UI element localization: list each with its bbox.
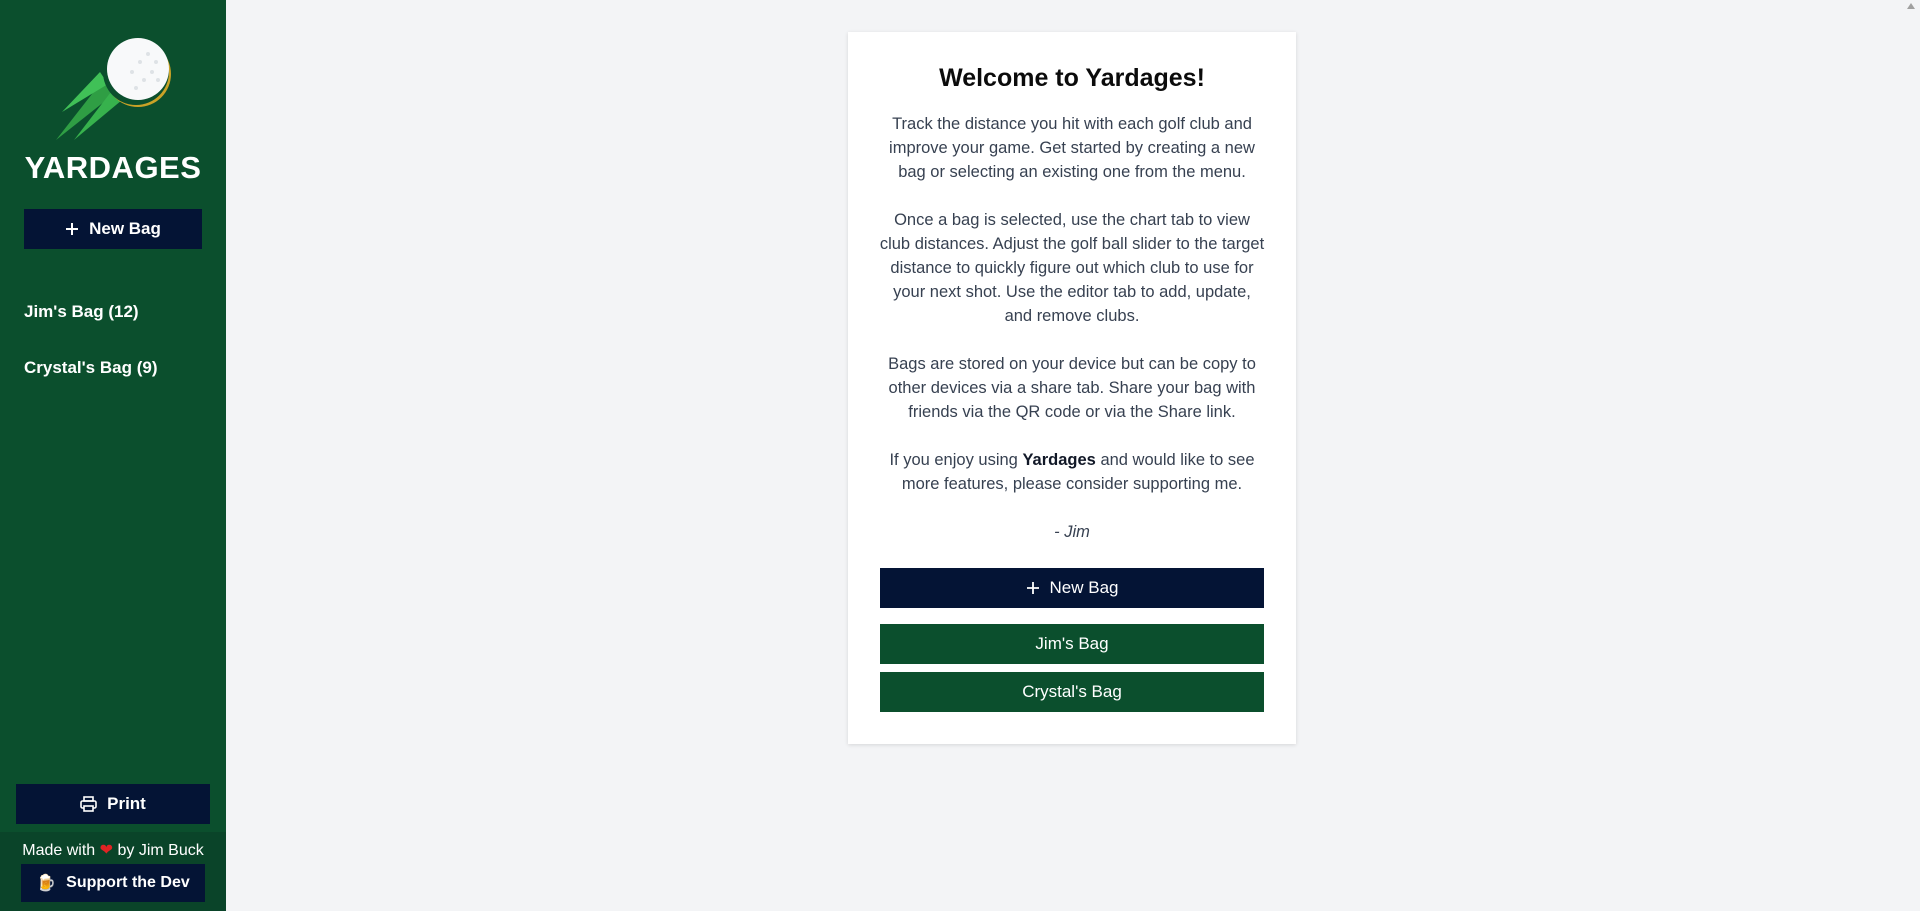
made-with-text: Made with ❤ by Jim Buck	[0, 840, 226, 860]
intro-paragraph: Track the distance you hit with each gol…	[889, 115, 1255, 181]
sidebar: YARDAGES New Bag Jim's Bag (12) Crystal'…	[0, 0, 226, 911]
support-paragraph-app-name: Yardages	[1022, 451, 1096, 469]
print-label: Print	[107, 794, 146, 813]
new-bag-button[interactable]: New Bag	[880, 568, 1264, 608]
support-paragraph-prefix: If you enjoy using	[889, 451, 1018, 469]
support-the-dev-button[interactable]: 🍺 Support the Dev	[21, 864, 205, 902]
beer-icon: 🍺	[36, 875, 57, 892]
welcome-title: Welcome to Yardages!	[939, 64, 1205, 92]
new-bag-label: New Bag	[1049, 578, 1119, 597]
author-name[interactable]: by Jim Buck	[117, 842, 203, 859]
made-with-prefix: Made with	[22, 842, 96, 859]
sidebar-item-jims-bag[interactable]: Jim's Bag (12)	[24, 300, 157, 356]
jims-bag-button[interactable]: Jim's Bag	[880, 624, 1264, 664]
support-paragraph: If you enjoy using Yardages and would li…	[878, 448, 1266, 496]
print-button[interactable]: Print	[16, 784, 210, 824]
signature: - Jim	[1054, 523, 1090, 541]
sidebar-new-bag-button[interactable]: New Bag	[24, 209, 202, 249]
sidebar-item-crystals-bag[interactable]: Crystal's Bag (9)	[24, 356, 157, 412]
storage-paragraph: Bags are stored on your device but can b…	[888, 355, 1256, 421]
usage-paragraph: Once a bag is selected, use the chart ta…	[879, 211, 1265, 325]
bag-list: Jim's Bag (12) Crystal's Bag (9)	[24, 300, 157, 412]
heart-icon: ❤	[99, 842, 114, 859]
sidebar-footer: Made with ❤ by Jim Buck 🍺 Support the De…	[0, 832, 226, 911]
plus-icon	[66, 223, 79, 235]
welcome-card: Welcome to Yardages! Track the distance …	[848, 32, 1296, 744]
plus-icon	[1026, 582, 1039, 594]
brand-title: YARDAGES	[24, 150, 202, 185]
golf-ball-logo-icon	[56, 38, 171, 140]
support-label: Support the Dev	[66, 874, 190, 891]
crystals-bag-button[interactable]: Crystal's Bag	[880, 672, 1264, 712]
printer-icon	[80, 796, 97, 812]
scroll-up-arrow-icon[interactable]	[1906, 2, 1916, 10]
welcome-body: Track the distance you hit with each gol…	[878, 112, 1266, 568]
new-bag-label: New Bag	[89, 219, 161, 238]
